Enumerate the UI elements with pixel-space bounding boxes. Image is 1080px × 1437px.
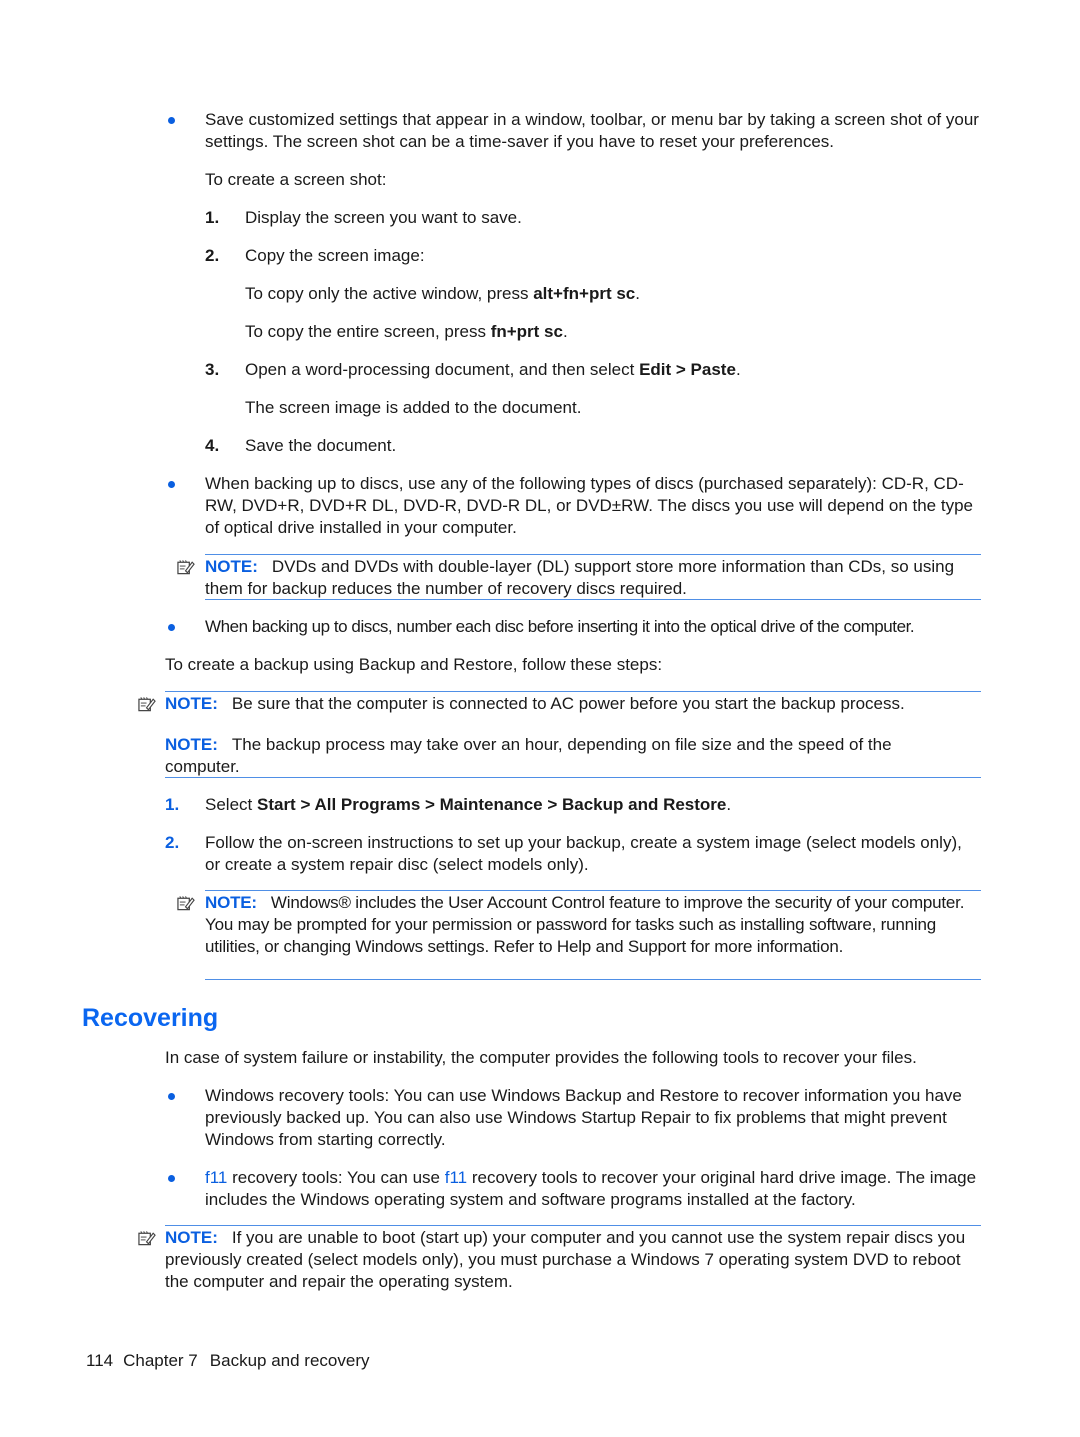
note-label: NOTE: — [205, 557, 258, 576]
bullet-text: When backing up to discs, use any of the… — [205, 474, 973, 537]
note-divider — [205, 554, 981, 555]
bullet-icon — [168, 117, 175, 124]
step-number: 1. — [205, 208, 220, 227]
note-text: NOTE: The backup process may take over an… — [165, 734, 965, 778]
step-number: 2. — [205, 246, 220, 265]
note-divider — [205, 979, 981, 980]
note-text: NOTE: If you are unable to boot (start up… — [165, 1227, 985, 1293]
paragraph: To create a backup using Backup and Rest… — [165, 655, 663, 674]
text: Be sure that the computer is connected t… — [231, 694, 905, 713]
bullet-text: Save customized settings that appear in … — [205, 110, 979, 151]
note-icon — [138, 1230, 156, 1246]
text: To copy only the active window, press — [245, 284, 534, 303]
bullet-text: f11 recovery tools: You can use f11 reco… — [205, 1167, 985, 1211]
note-text: NOTE: DVDs and DVDs with double-layer (DL… — [205, 556, 980, 600]
step-text: Open a word-processing document, and the… — [245, 359, 741, 381]
bullet-text: When backing up to discs, number each di… — [205, 617, 915, 636]
section-heading: Recovering — [82, 1004, 219, 1032]
text: To copy the entire screen, press — [245, 322, 491, 341]
key-combo: alt+fn+prt sc — [533, 284, 636, 303]
step-text: Follow the on-screen instructions to set… — [205, 833, 962, 874]
text: . — [562, 322, 568, 341]
paragraph: In case of system failure or instability… — [165, 1048, 917, 1067]
text: . — [726, 795, 732, 814]
text: The backup process may take over an hour… — [165, 735, 892, 776]
step-subtext: To copy the entire screen, press fn+prt … — [245, 321, 568, 343]
text: Windows® includes the User Account Contr… — [205, 893, 965, 956]
bullet-text: Windows recovery tools: You can use Wind… — [205, 1086, 962, 1149]
f11-key: f11 — [444, 1168, 468, 1187]
bullet-icon — [168, 1175, 175, 1182]
page-footer: 114 Chapter 7 Backup and recovery — [86, 1350, 369, 1372]
note-divider — [165, 777, 981, 778]
note-divider — [205, 599, 981, 600]
text: recovery tools: You can use — [227, 1168, 445, 1187]
note-divider — [205, 890, 981, 891]
note-text: NOTE: Be sure that the computer is connec… — [165, 693, 981, 715]
text: . — [635, 284, 640, 303]
note-text: NOTE: Windows® includes the User Account … — [205, 892, 975, 958]
menu-path: Start > All Programs > Maintenance > Bac… — [256, 795, 727, 814]
step-subtext: The screen image is added to the documen… — [245, 398, 582, 417]
bullet-icon — [168, 1093, 175, 1100]
text: Open a word-processing document, and the… — [245, 360, 640, 379]
note-label: NOTE: — [205, 893, 257, 912]
step-number: 1. — [165, 795, 180, 814]
note-divider — [165, 691, 981, 692]
note-icon — [177, 559, 195, 575]
step-number: 3. — [205, 360, 220, 379]
note-divider — [165, 1225, 981, 1226]
step-text: Select Start > All Programs > Maintenanc… — [205, 794, 731, 816]
chapter-title: Backup and recovery — [209, 1351, 370, 1370]
menu-path: Edit > Paste — [639, 360, 736, 379]
note-icon — [138, 696, 156, 712]
text: Select — [205, 795, 257, 814]
step-text: Display the screen you want to save. — [245, 208, 522, 227]
text: . — [735, 360, 741, 379]
step-number: 4. — [205, 436, 220, 455]
note-label: NOTE: — [165, 694, 218, 713]
note-label: NOTE: — [165, 735, 218, 754]
key-combo: fn+prt sc — [490, 322, 563, 341]
step-text: Copy the screen image: — [245, 246, 425, 265]
page-number: 114 — [86, 1351, 114, 1370]
bullet-icon — [168, 624, 175, 631]
note-icon — [177, 895, 195, 911]
text: DVDs and DVDs with double-layer (DL) sup… — [205, 557, 955, 598]
step-number: 2. — [165, 833, 180, 852]
note-label: NOTE: — [165, 1228, 218, 1247]
f11-key: f11 — [205, 1168, 228, 1187]
text: If you are unable to boot (start up) you… — [165, 1228, 966, 1291]
chapter-label: Chapter 7 — [123, 1351, 198, 1370]
step-subtext: To copy only the active window, press al… — [245, 283, 640, 305]
bullet-icon — [168, 481, 175, 488]
paragraph: To create a screen shot: — [205, 170, 387, 189]
step-text: Save the document. — [245, 436, 397, 455]
